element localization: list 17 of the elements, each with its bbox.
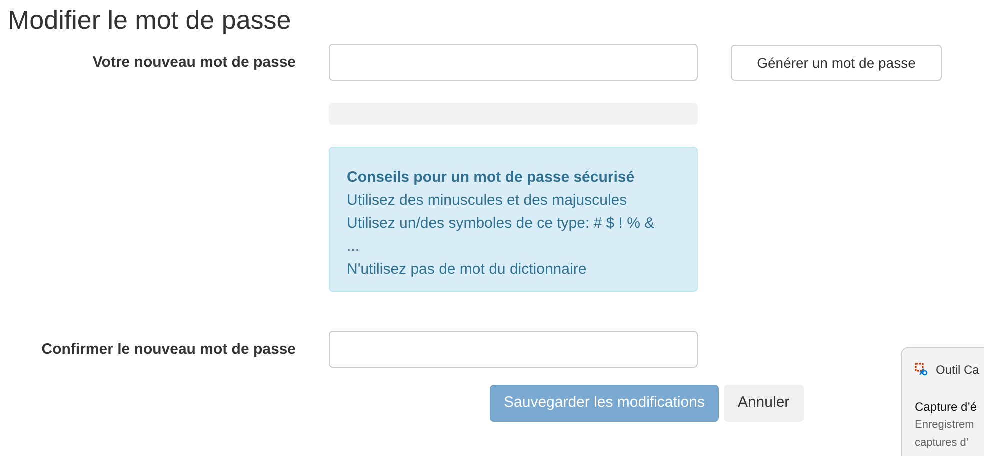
tip-text: Utilisez des minuscules et des majuscules xyxy=(347,191,628,211)
app-name: Outil Ca xyxy=(936,362,980,379)
notification-text: captures d’ xyxy=(915,436,969,451)
field-label: Confirmer le nouveau mot de passe xyxy=(42,340,296,360)
scissors-icon xyxy=(915,363,929,377)
password-field[interactable] xyxy=(329,44,698,81)
tip-text: ... xyxy=(347,237,360,257)
notification-title: Capture d’é xyxy=(915,399,978,416)
tips-heading: Conseils pour un mot de passe sécurisé xyxy=(347,168,635,188)
tip-text: N'utilisez pas de mot du dictionnaire xyxy=(347,260,587,280)
notification-text: Enregistrem xyxy=(915,418,974,433)
page-title: Modifier le mot de passe xyxy=(8,4,292,37)
confirm-password-field[interactable] xyxy=(329,331,698,368)
generate-password-button[interactable]: Générer un mot de passe xyxy=(731,45,942,81)
field-label: Votre nouveau mot de passe xyxy=(92,53,296,73)
tip-text: Utilisez un/des symboles de ce type: # $ ! % & xyxy=(347,214,655,234)
cancel-button[interactable]: Annuler xyxy=(724,385,804,422)
